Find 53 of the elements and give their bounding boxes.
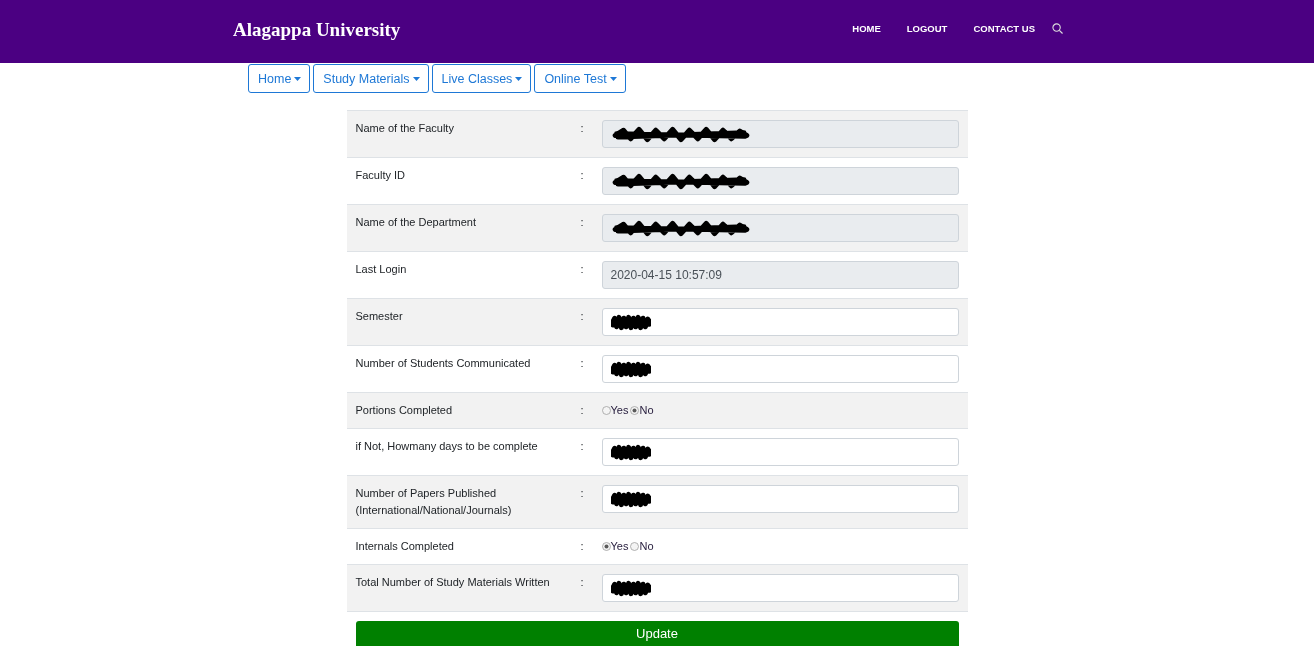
search-icon[interactable] [1052,22,1063,34]
field-label: Name of the Department [355,216,476,228]
radio-button[interactable] [630,542,640,551]
site-title[interactable]: Alagappa University [233,19,401,41]
nav-link[interactable]: CONTACT US [960,22,1048,34]
dropdown-button[interactable]: Live Classes [431,64,532,93]
input-field[interactable] [601,355,959,383]
field-label: Number of Students Communicated [355,357,531,369]
input-field[interactable] [601,438,959,466]
field-label: if Not, Howmany days to be complete [355,440,538,452]
caret-icon [515,76,523,81]
radio-button[interactable] [630,406,640,415]
radio-label[interactable]: Yes [610,538,629,555]
dropdown-button[interactable]: Home [248,64,311,93]
update-button[interactable]: Update [355,621,959,646]
input-field[interactable]: 2020-04-15 10:57:09 [601,261,959,289]
radio-button[interactable] [601,406,611,415]
label-separator: : [580,540,584,552]
label-separator: : [580,576,584,588]
dropdown-button[interactable]: Study Materials [313,64,429,93]
field-label: Total Number of Study Materials Written [355,576,550,588]
radio-button[interactable] [601,542,611,551]
input-field[interactable] [601,308,959,336]
field-label: Semester [355,310,403,322]
radio-label[interactable]: Yes [610,402,629,419]
nav-link[interactable]: HOME [839,22,894,34]
label-separator: : [580,310,584,322]
field-label: Internals Completed [355,540,454,552]
input-field[interactable] [601,485,959,513]
radio-label[interactable]: No [639,402,654,419]
caret-icon [609,76,617,81]
label-separator: : [580,122,584,134]
input-field[interactable] [601,214,959,242]
nav-link[interactable]: LOGOUT [893,22,961,34]
caret-icon [294,76,302,81]
input-field[interactable] [601,167,959,195]
label-separator: : [580,357,584,369]
label-separator: : [580,440,584,452]
input-field[interactable] [601,574,959,602]
label-separator: : [580,169,584,181]
radio-label[interactable]: No [639,538,654,555]
field-label: Number of Papers Published (International/National/Journals) [355,487,512,516]
field-label: Last Login [355,263,407,275]
caret-icon [412,76,420,81]
input-field[interactable] [601,120,959,148]
label-separator: : [580,216,584,228]
field-label: Faculty ID [355,169,405,181]
field-label: Name of the Faculty [355,122,454,134]
label-separator: : [580,487,584,499]
dropdown-button[interactable]: Online Test [534,64,626,93]
label-separator: : [580,263,584,275]
field-label: Portions Completed [355,404,453,416]
label-separator: : [580,404,584,416]
